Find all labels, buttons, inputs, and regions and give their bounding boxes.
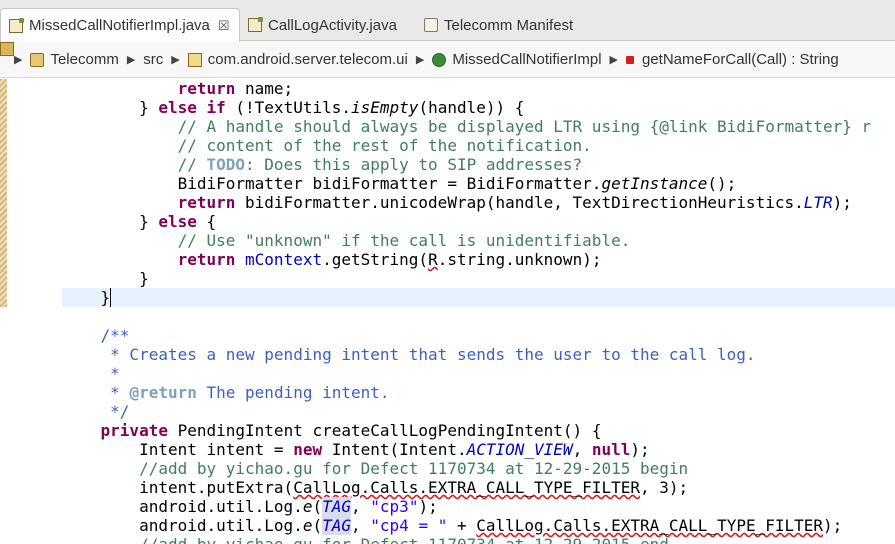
changed-lines-marker [0, 79, 7, 307]
breadcrumb-item-package[interactable]: com.android.server.telecom.ui [187, 51, 408, 68]
private-method-icon [626, 55, 634, 64]
code-text: return mContext.getString(R.string.unkno… [177, 250, 602, 269]
code-line: 243 BidiFormatter bidiFormatter = BidiFo… [62, 174, 895, 193]
code-text: * Creates a new pending intent that send… [62, 345, 756, 364]
code-text: private PendingIntent createCallLogPendi… [100, 421, 602, 440]
chevron-right-icon: ▶ [609, 54, 618, 66]
code-text: } [62, 269, 149, 288]
breadcrumb-item-class[interactable]: MissedCallNotifierImpl [432, 51, 602, 68]
close-tab-icon[interactable]: ☒ [218, 18, 230, 34]
breadcrumb-label: MissedCallNotifierImpl [452, 51, 602, 68]
chevron-right-icon: ▶ [415, 54, 425, 66]
code-text: * [62, 364, 120, 383]
code-line: 262 //add by yichao.gu for Defect 117073… [62, 535, 895, 544]
code-line-current: 249 } [62, 288, 895, 307]
code-text: // content of the rest of the notificati… [62, 136, 592, 155]
code-line: 259 intent.putExtra(CallLog.Calls.EXTRA_… [62, 478, 895, 497]
chevron-right-icon: ▶ [14, 54, 23, 66]
code-line: 258 //add by yichao.gu for Defect 117073… [62, 459, 895, 478]
code-text: /** [62, 326, 130, 345]
breadcrumb-item-project[interactable]: Telecomm [30, 51, 119, 68]
code-text: intent.putExtra(CallLog.Calls.EXTRA_CALL… [62, 478, 689, 497]
text-caret [110, 288, 112, 307]
breadcrumb-label: com.android.server.telecom.ui [207, 51, 408, 68]
code-line: 260 android.util.Log.e(TAG, "cp3"); [62, 497, 895, 516]
editor-tab-bar: MissedCallNotifierImpl.java ☒ CallLogAct… [0, 0, 895, 42]
java-file-icon [248, 17, 263, 32]
breadcrumb-label: Telecomm [50, 51, 119, 68]
tab-label: MissedCallNotifierImpl.java [29, 17, 210, 34]
breadcrumb-item-method[interactable]: getNameForCall(Call) : String [626, 51, 839, 68]
project-icon [30, 52, 45, 67]
code-editor[interactable]: 238 return name; 239 } else if (!TextUti… [62, 79, 895, 544]
line-number-gutter [8, 79, 62, 544]
code-line: 245 } else { [62, 212, 895, 231]
tab-label: Telecomm Manifest [444, 16, 574, 34]
code-text: } else if (!TextUtils.isEmpty(handle)) { [62, 98, 525, 117]
source-folder-icon [0, 42, 14, 56]
code-line: 250 [62, 307, 895, 326]
code-line: 244 return bidiFormatter.unicodeWrap(han… [62, 193, 895, 212]
breadcrumb-label: getNameForCall(Call) : String [642, 51, 839, 68]
tab-label: CallLogActivity.java [268, 16, 397, 34]
code-line: 238 return name; [62, 79, 895, 98]
code-text: } [62, 288, 112, 307]
code-line: 240 // A handle should always be display… [62, 117, 895, 136]
code-text: return bidiFormatter.unicodeWrap(handle,… [177, 193, 852, 212]
change-ruler [0, 79, 8, 544]
breadcrumb: ▶ Telecomm ▶ src ▶ com.android.server.te… [0, 42, 895, 78]
code-line: 247 return mContext.getString(R.string.u… [62, 250, 895, 269]
code-line: 248 } [62, 269, 895, 288]
code-line: 246 // Use "unknown" if the call is unid… [62, 231, 895, 250]
code-line: 261 android.util.Log.e(TAG, "cp4 = " + C… [62, 516, 895, 535]
code-line: 239 } else if (!TextUtils.isEmpty(handle… [62, 98, 895, 117]
code-text: android.util.Log.e(TAG, "cp3"); [62, 497, 438, 516]
breadcrumb-item-src[interactable]: src [0, 42, 164, 68]
code-text: Intent intent = new Intent(Intent.ACTION… [62, 440, 650, 459]
code-text: //add by yichao.gu for Defect 1170734 at… [62, 535, 669, 544]
code-line: 252 * Creates a new pending intent that … [62, 345, 895, 364]
code-line: 256 − private PendingIntent createCallLo… [62, 421, 895, 440]
chevron-right-icon: ▶ [126, 54, 136, 66]
code-line: 257 Intent intent = new Intent(Intent.AC… [62, 440, 895, 459]
code-text: // TODO: Does this apply to SIP addresse… [62, 155, 583, 174]
code-text: BidiFormatter bidiFormatter = BidiFormat… [62, 174, 737, 193]
code-text: android.util.Log.e(TAG, "cp4 = " + CallL… [62, 516, 843, 535]
code-text: // A handle should always be displayed L… [62, 117, 872, 136]
code-line: 254 * @return The pending intent. [62, 383, 895, 402]
manifest-icon [424, 18, 438, 32]
code-line: 251 − /** [62, 326, 895, 345]
tab-missedcallnotifierimpl[interactable]: MissedCallNotifierImpl.java ☒ [0, 8, 240, 42]
chevron-right-icon: ▶ [171, 54, 180, 66]
tab-calllogactivity[interactable]: CallLogActivity.java [240, 9, 397, 41]
java-file-icon [9, 17, 24, 33]
code-line: 241 // content of the rest of the notifi… [62, 136, 895, 155]
code-text: return name; [177, 79, 294, 98]
code-text: // Use "unknown" if the call is unidenti… [62, 231, 631, 250]
code-line: 242 // TODO: Does this apply to SIP addr… [62, 155, 895, 174]
code-line: 255 */ [62, 402, 895, 421]
code-text: */ [62, 402, 130, 421]
code-text: //add by yichao.gu for Defect 1170734 at… [62, 459, 689, 478]
package-icon [187, 52, 202, 67]
class-icon [432, 52, 447, 67]
code-line: 253 * [62, 364, 895, 383]
code-text: } else { [62, 212, 217, 231]
code-text: * @return The pending intent. [62, 383, 390, 402]
tab-telecomm-manifest[interactable]: Telecomm Manifest [416, 9, 573, 41]
breadcrumb-label: src [143, 51, 164, 68]
